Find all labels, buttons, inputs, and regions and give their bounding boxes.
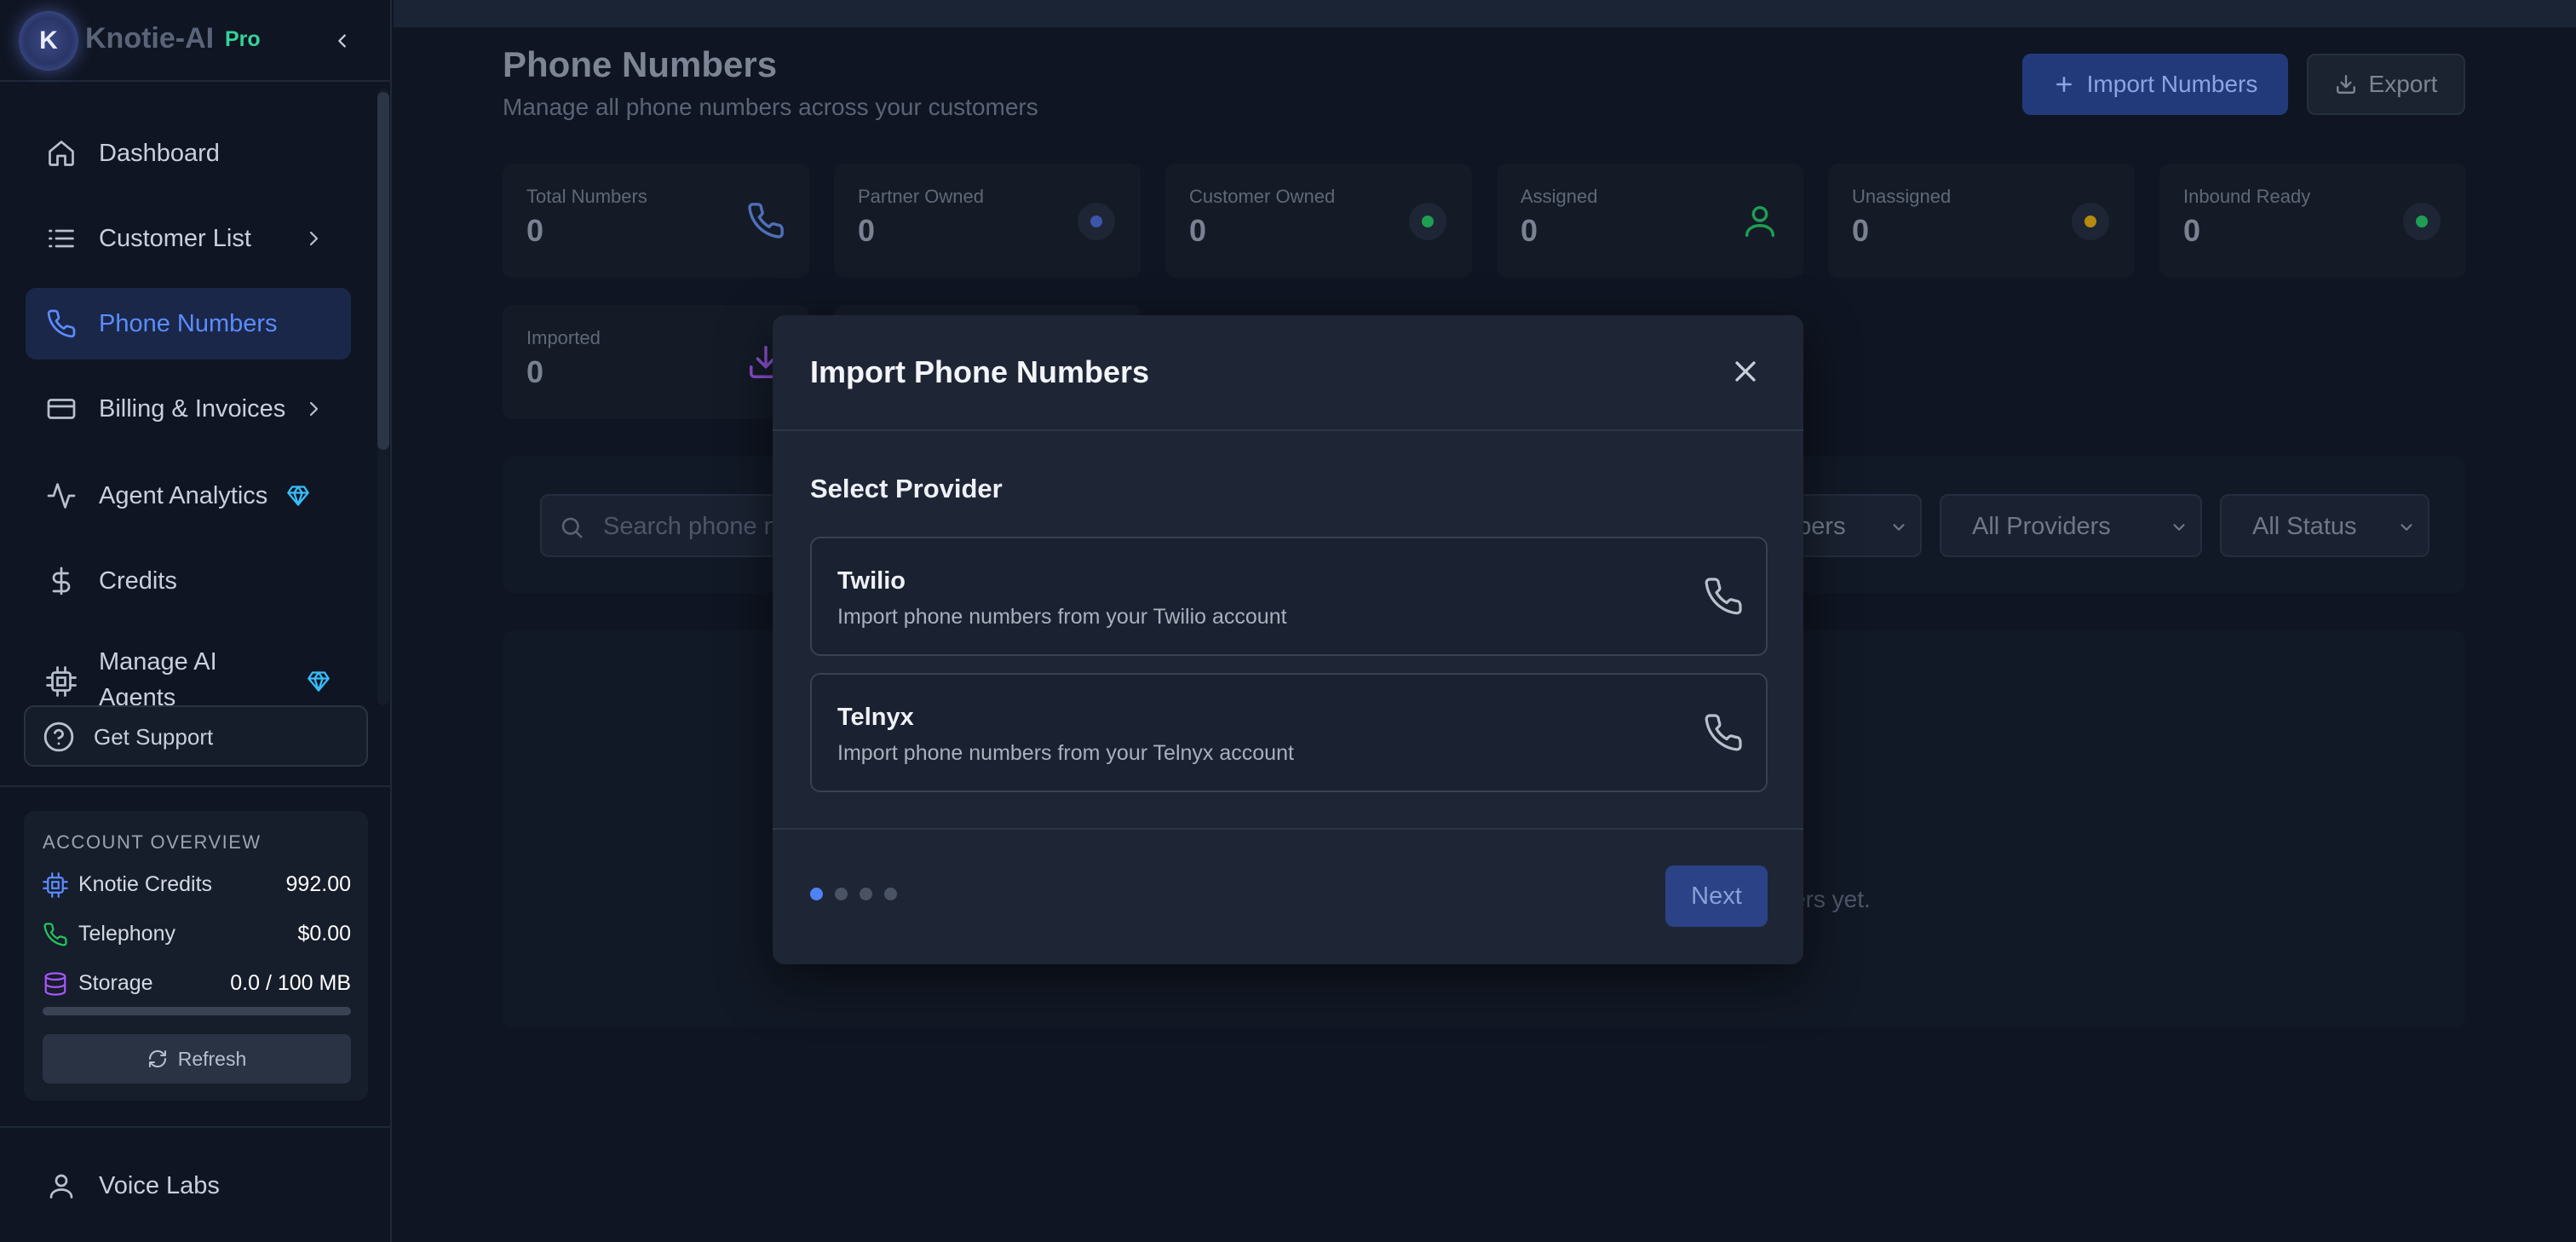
phone-icon	[43, 923, 67, 946]
step-indicator	[810, 888, 897, 905]
divider	[0, 1126, 392, 1128]
activity-icon	[47, 483, 76, 509]
divider	[0, 785, 392, 787]
user-icon	[49, 1174, 73, 1199]
brand-name: Knotie-AI	[85, 22, 215, 55]
sidebar-item-manage-ai-agents[interactable]: Manage AI Agents	[26, 632, 351, 707]
provider-option-twilio[interactable]: Twilio Import phone numbers from your Tw…	[810, 537, 1768, 656]
provider-name: Twilio	[837, 567, 906, 595]
phone-icon	[1705, 714, 1742, 751]
modal-title: Import Phone Numbers	[810, 354, 1150, 389]
chevron-left-icon	[338, 34, 346, 48]
account-overview-card: ACCOUNT OVERVIEW Knotie Credits 992.00 T…	[24, 811, 368, 1101]
sidebar-item-label: Customer List	[99, 224, 251, 252]
sidebar-item-dashboard[interactable]: Dashboard	[26, 118, 351, 189]
provider-name: Telnyx	[837, 704, 914, 731]
next-button[interactable]: Next	[1665, 865, 1768, 927]
sidebar-item-phone-numbers[interactable]: Phone Numbers	[26, 288, 351, 359]
sidebar: K Knotie-AI Pro Dashboard Customer List …	[0, 0, 392, 1242]
step-dot	[835, 888, 848, 900]
provider-description: Import phone numbers from your Telnyx ac…	[837, 741, 1294, 765]
brand-tier-badge: Pro	[225, 27, 261, 51]
modal-header: Import Phone Numbers	[773, 315, 1803, 431]
refresh-icon	[148, 1049, 166, 1068]
sidebar-item-label: Dashboard	[99, 139, 220, 167]
home-icon	[49, 141, 74, 166]
provider-option-telnyx[interactable]: Telnyx Import phone numbers from your Te…	[810, 673, 1768, 792]
sidebar-item-billing-invoices[interactable]: Billing & Invoices	[26, 373, 351, 445]
step-dot	[884, 888, 897, 900]
account-row-credits: Knotie Credits 992.00	[43, 867, 351, 901]
chevron-right-icon	[309, 401, 319, 417]
phone-icon	[1705, 578, 1742, 615]
sidebar-scrollbar-thumb[interactable]	[377, 92, 389, 450]
diamond-icon	[287, 486, 309, 506]
next-label: Next	[1691, 882, 1742, 910]
sidebar-item-label: Billing & Invoices	[99, 394, 286, 423]
provider-description: Import phone numbers from your Twilio ac…	[837, 605, 1287, 629]
account-row-label: Knotie Credits	[78, 872, 213, 896]
top-bar	[394, 0, 2576, 27]
account-row-storage: Storage 0.0 / 100 MB	[43, 966, 351, 1000]
select-provider-heading: Select Provider	[810, 474, 1003, 503]
brand-logo[interactable]: K	[19, 11, 78, 71]
sidebar-collapse-button[interactable]	[331, 24, 354, 58]
account-row-value: 0.0 / 100 MB	[230, 971, 351, 995]
sidebar-item-label: Phone Numbers	[99, 309, 278, 337]
sidebar-item-label: Agent Analytics	[99, 481, 268, 509]
dollar-icon	[52, 566, 71, 595]
sidebar-item-customer-list[interactable]: Customer List	[26, 203, 351, 274]
sidebar-item-agent-analytics[interactable]: Agent Analytics	[26, 460, 351, 532]
phone-icon	[47, 309, 76, 338]
credit-card-icon	[47, 399, 76, 419]
account-row-value: 992.00	[285, 872, 351, 896]
account-row-label: Telephony	[78, 922, 175, 946]
sidebar-item-label: Manage AI Agents	[99, 648, 217, 707]
get-support-button[interactable]: Get Support	[24, 705, 368, 767]
database-icon	[44, 972, 66, 996]
list-icon	[49, 229, 74, 248]
sidebar-item-credits[interactable]: Credits	[26, 545, 351, 617]
brand-header: K Knotie-AI Pro	[0, 0, 392, 82]
help-circle-icon	[43, 722, 74, 752]
storage-progress-bar	[43, 1007, 351, 1015]
sidebar-nav: Dashboard Customer List Phone Numbers Bi…	[0, 111, 375, 707]
get-support-label: Get Support	[94, 724, 214, 750]
account-row-value: $0.00	[297, 922, 351, 946]
cpu-icon	[43, 872, 68, 898]
refresh-button[interactable]: Refresh	[43, 1034, 351, 1084]
sidebar-item-label: Credits	[99, 566, 177, 595]
sidebar-item-label: Voice Labs	[99, 1172, 220, 1199]
account-row-label: Storage	[78, 971, 153, 995]
chevron-right-icon	[309, 231, 319, 246]
divider	[773, 828, 1803, 830]
close-icon	[1735, 361, 1756, 382]
step-dot	[860, 888, 872, 900]
modal-close-button[interactable]	[1728, 354, 1762, 388]
account-row-telephony: Telephony $0.00	[43, 917, 351, 951]
sidebar-item-voice-labs[interactable]: Voice Labs	[26, 1153, 351, 1225]
account-overview-title: ACCOUNT OVERVIEW	[43, 831, 262, 853]
step-dot	[810, 888, 823, 900]
import-phone-numbers-modal: Import Phone Numbers Select Provider Twi…	[773, 315, 1803, 964]
refresh-label: Refresh	[177, 1047, 247, 1070]
cpu-icon	[46, 666, 77, 697]
diamond-icon	[308, 671, 330, 692]
